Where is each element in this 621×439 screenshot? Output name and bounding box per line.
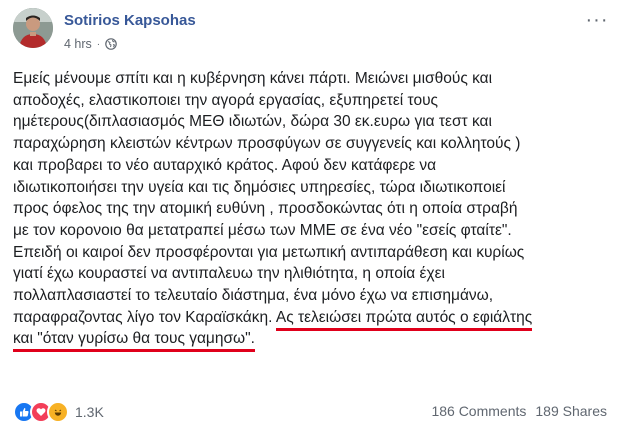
post-line: γιατί έχω κουραστεί να αντιπαλευω την ηλ… — [13, 265, 445, 283]
post-line: και "όταν γυρίσω θα τους γαμησω". — [13, 328, 613, 353]
post-line-text: παραφραζοντας λίγο τον Καραϊσκάκη. — [13, 308, 276, 326]
facebook-post: Sotirios Kapsohas 4 hrs · ··· Εμείς μένο… — [0, 0, 621, 439]
shares-count-link[interactable]: 189 Shares — [535, 403, 607, 419]
reactions-count: 1.3K — [75, 404, 104, 420]
post-line: και προβαρει το νέο αυταρχικό κράτος. Αφ… — [13, 156, 437, 174]
comments-count-link[interactable]: 186 Comments — [431, 403, 526, 419]
more-options-icon: ··· — [585, 9, 609, 31]
globe-icon[interactable] — [105, 38, 117, 50]
post-body: Εμείς μένουμε σπίτι και η κυβέρνηση κάνε… — [13, 68, 613, 353]
avatar-photo — [13, 8, 53, 48]
post-line: παραφραζοντας λίγο τον Καραϊσκάκη. Ας τε… — [13, 307, 613, 331]
post-line: Εμείς μένουμε σπίτι και η κυβέρνηση κάνε… — [13, 70, 493, 87]
meta-separator: · — [96, 38, 101, 50]
author-name[interactable]: Sotirios Kapsohas — [64, 12, 196, 29]
reactions-summary[interactable]: 1.3K — [13, 401, 104, 423]
post-line: πολλαπλασιαστεί το τελευταίο διάστημα, έ… — [13, 287, 494, 305]
post-line: αποδοχές, ελαστικοποιει την αγορά εργασί… — [13, 91, 439, 109]
post-line: Επειδή οι καιροί δεν προσφέρονται για με… — [13, 243, 525, 261]
post-line: προς όφελος της την ατομική ευθύνη , προ… — [13, 200, 518, 218]
post-meta: 4 hrs · — [64, 37, 117, 51]
haha-reaction-icon — [47, 401, 69, 423]
engagement-counts: 186 Comments 189 Shares — [431, 403, 607, 419]
highlighted-phrase: και "όταν γυρίσω θα τους γαμησω". — [13, 330, 255, 353]
post-line: με τον κορονοιο θα μετατραπεί μέσω των Μ… — [13, 221, 512, 239]
post-timestamp[interactable]: 4 hrs — [64, 37, 92, 51]
author-avatar[interactable] — [13, 8, 53, 48]
post-line: παραχώρηση κλειστών κέντρων προσφύγων σε… — [13, 135, 521, 153]
highlighted-phrase: Ας τελειώσει πρώτα αυτός ο εφιάλτης — [275, 308, 533, 331]
more-options-button[interactable]: ··· — [582, 10, 612, 30]
post-line: ημέτερους(διπλασιασμός ΜΕΘ ιδιωτών, δώρα… — [13, 113, 492, 131]
post-line: ιδιωτικοποιήσει την υγεία και τις δημόσι… — [13, 178, 506, 196]
